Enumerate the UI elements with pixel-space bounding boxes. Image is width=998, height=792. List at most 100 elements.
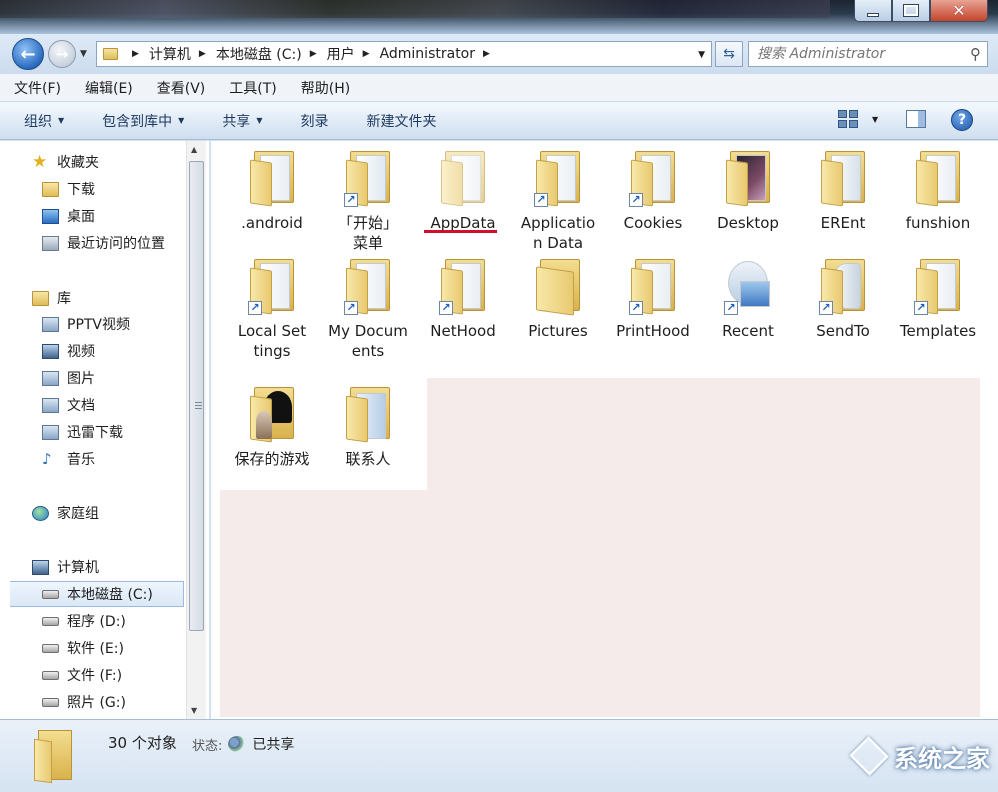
maximize-button[interactable] <box>892 0 930 22</box>
share-status: 状态: 已共享 <box>192 734 294 754</box>
sidebar-item-label: 照片 (G:) <box>67 695 126 711</box>
folder-item-recent[interactable]: ↗ Recent <box>702 257 794 341</box>
folder-label: SendTo <box>816 322 870 340</box>
sidebar-item-drive-c[interactable]: 本地磁盘 (C:) <box>10 581 184 607</box>
scrollbar-thumb[interactable] <box>189 161 204 631</box>
folder-label: Desktop <box>717 214 779 232</box>
folder-item-printhood[interactable]: ↗ PrintHood <box>607 257 699 341</box>
shortcut-arrow-icon: ↗ <box>629 301 643 315</box>
hidden-folder-icon <box>437 149 489 207</box>
folder-item-sendto[interactable]: ↗ SendTo <box>797 257 889 341</box>
folder-icon: ↗ <box>246 257 298 315</box>
shortcut-arrow-icon: ↗ <box>344 193 358 207</box>
sidebar-item-label: 计算机 <box>57 560 99 576</box>
folder-label: funshion <box>905 214 971 232</box>
recent-folder-icon: ↗ <box>722 257 774 315</box>
sidebar-scrollbar[interactable]: ▲ ▼ <box>186 141 206 719</box>
document-library-icon <box>42 397 59 413</box>
folder-item-my-documents[interactable]: ↗ My Documents <box>322 257 414 361</box>
folder-icon <box>532 257 584 316</box>
close-button[interactable]: ✕ <box>930 0 988 22</box>
share-button[interactable]: 共享 ▼ <box>222 111 262 131</box>
search-input[interactable] <box>757 46 957 62</box>
recent-pages-dropdown[interactable]: ▼ <box>80 49 87 59</box>
address-history-dropdown[interactable]: ▼ <box>698 50 705 60</box>
change-view-button[interactable]: ▼ <box>838 110 878 128</box>
help-button[interactable]: ? <box>951 109 973 131</box>
recent-places-icon <box>42 235 59 251</box>
folder-icon <box>817 149 869 207</box>
back-button[interactable]: ← <box>12 38 44 70</box>
libraries-icon <box>32 290 49 306</box>
folder-icon: ↗ <box>912 257 964 315</box>
menu-tools[interactable]: 工具(T) <box>225 76 280 100</box>
chevron-right-icon[interactable]: ▶ <box>483 49 490 59</box>
title-bar: ✕ <box>0 0 998 34</box>
folder-item-local-settings[interactable]: ↗ Local Settings <box>226 257 318 361</box>
refresh-button[interactable]: ⇆ <box>715 41 743 67</box>
chevron-right-icon[interactable]: ▶ <box>363 49 370 59</box>
folder-icon <box>34 730 74 784</box>
drive-icon <box>42 616 59 626</box>
folder-item-desktop[interactable]: Desktop <box>702 149 794 233</box>
state-label: 状态: <box>192 738 223 754</box>
watermark-text: 系统之家 <box>894 744 990 773</box>
folder-item-funshion[interactable]: funshion <box>892 149 984 233</box>
folder-item-cookies[interactable]: ↗ Cookies <box>607 149 699 233</box>
scroll-down-icon[interactable]: ▼ <box>191 706 197 715</box>
preview-pane-button[interactable] <box>906 110 926 128</box>
folder-item-android[interactable]: .android <box>226 149 318 233</box>
sidebar-item-label: 程序 (D:) <box>67 614 126 630</box>
breadcrumb-drive-c[interactable]: 本地磁盘 (C:) <box>216 44 302 64</box>
menu-view[interactable]: 查看(V) <box>153 76 210 100</box>
homegroup-icon <box>32 505 49 521</box>
new-folder-button[interactable]: 新建文件夹 <box>366 111 436 131</box>
chevron-right-icon[interactable]: ▶ <box>199 49 206 59</box>
chevron-right-icon[interactable]: ▶ <box>132 49 139 59</box>
folder-item-appdata[interactable]: AppData <box>417 149 509 233</box>
folder-item-start-menu[interactable]: ↗ 「开始」菜单 <box>322 149 414 253</box>
folder-item-saved-games[interactable]: 保存的游戏 <box>226 385 318 469</box>
breadcrumb: ▶ 计算机 ▶ 本地磁盘 (C:) ▶ 用户 ▶ Administrator ▶ <box>124 44 500 64</box>
breadcrumb-administrator[interactable]: Administrator <box>380 46 475 62</box>
breadcrumb-users[interactable]: 用户 <box>327 44 355 64</box>
arrow-right-icon: → <box>55 45 69 63</box>
burn-button[interactable]: 刻录 <box>300 111 328 131</box>
menu-help[interactable]: 帮助(H) <box>297 76 354 100</box>
address-bar[interactable]: ▶ 计算机 ▶ 本地磁盘 (C:) ▶ 用户 ▶ Administrator ▶… <box>96 41 712 67</box>
forward-button[interactable]: → <box>48 40 76 68</box>
refresh-icon: ⇆ <box>723 46 735 62</box>
search-box[interactable]: ⚲ <box>748 41 988 67</box>
menu-edit[interactable]: 编辑(E) <box>81 76 137 100</box>
search-icon[interactable]: ⚲ <box>970 45 981 63</box>
shortcut-arrow-icon: ↗ <box>439 301 453 315</box>
folder-item-templates[interactable]: ↗ Templates <box>892 257 984 341</box>
include-in-library-button[interactable]: 包含到库中 ▼ <box>102 111 184 131</box>
folder-item-nethood[interactable]: ↗ NetHood <box>417 257 509 341</box>
sidebar-item-label: 本地磁盘 (C:) <box>67 587 153 603</box>
drive-icon <box>42 643 59 653</box>
folder-icon: ↗ <box>532 149 584 207</box>
breadcrumb-computer[interactable]: 计算机 <box>149 44 191 64</box>
downloads-folder-icon <box>42 181 59 197</box>
site-watermark: 系统之家 <box>849 736 990 776</box>
organize-button[interactable]: 组织 ▼ <box>24 111 64 131</box>
shared-users-icon <box>228 736 247 752</box>
watermark-logo-icon <box>849 736 889 776</box>
folder-item-pictures[interactable]: Pictures <box>512 257 604 341</box>
folder-label: Local Settings <box>237 322 307 360</box>
download-library-icon <box>42 424 59 440</box>
close-icon: ✕ <box>952 1 966 20</box>
chevron-down-icon[interactable]: ▼ <box>872 115 878 124</box>
minimize-button[interactable] <box>854 0 892 22</box>
folder-label: EREnt <box>820 214 866 232</box>
scroll-up-icon[interactable]: ▲ <box>191 145 197 154</box>
chevron-right-icon[interactable]: ▶ <box>310 49 317 59</box>
folder-item-erent[interactable]: EREnt <box>797 149 889 233</box>
folder-label: Templates <box>899 322 977 340</box>
library-icon <box>42 316 59 332</box>
folder-item-contacts[interactable]: 联系人 <box>322 385 414 469</box>
folder-item-application-data[interactable]: ↗ Application Data <box>512 149 604 253</box>
address-row: ← → ▼ ▶ 计算机 ▶ 本地磁盘 (C:) ▶ 用户 ▶ Administr… <box>0 34 998 74</box>
menu-file[interactable]: 文件(F) <box>10 76 65 100</box>
